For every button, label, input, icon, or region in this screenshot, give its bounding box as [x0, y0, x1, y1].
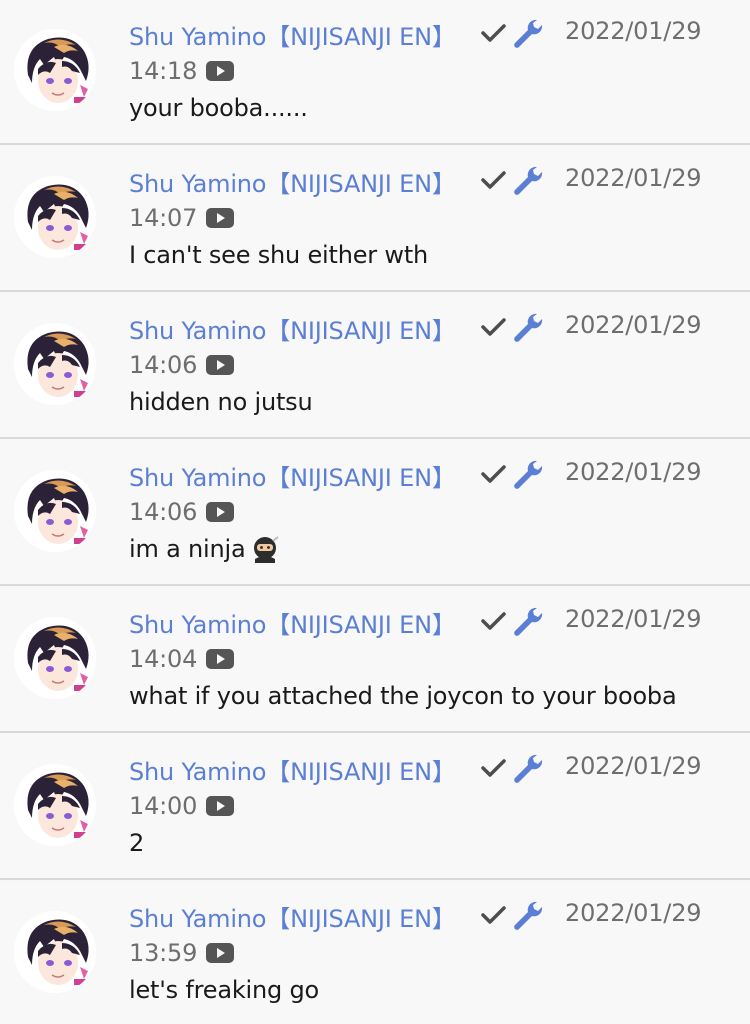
- author-name[interactable]: Shu Yamino【NIJISANJI EN】: [129, 899, 456, 934]
- avatar[interactable]: [14, 176, 96, 258]
- time-row: 14:18: [129, 55, 235, 87]
- author-name[interactable]: Shu Yamino【NIJISANJI EN】: [129, 17, 456, 52]
- time-row: 14:06: [129, 496, 235, 528]
- youtube-icon[interactable]: [205, 942, 235, 964]
- message-time: 14:18: [129, 57, 198, 85]
- message-text: what if you attached the joycon to your …: [129, 682, 677, 710]
- time-row: 13:59: [129, 937, 235, 969]
- verified-check-icon: [481, 465, 506, 483]
- message-time: 14:06: [129, 351, 198, 379]
- message-text: I can't see shu either wth: [129, 241, 428, 269]
- message-text-content: hidden no jutsu: [129, 388, 313, 416]
- verified-check-icon: [481, 612, 506, 630]
- badges: [481, 165, 545, 195]
- youtube-icon[interactable]: [205, 648, 235, 670]
- message-text-content: your booba......: [129, 94, 308, 122]
- chat-message[interactable]: Shu Yamino【NIJISANJI EN】 2022/01/29 14:1…: [0, 0, 750, 145]
- message-text: hidden no jutsu: [129, 388, 313, 416]
- badges: [481, 312, 545, 342]
- youtube-icon[interactable]: [205, 795, 235, 817]
- badges: [481, 606, 545, 636]
- message-time: 14:04: [129, 645, 198, 673]
- message-text: your booba......: [129, 94, 308, 122]
- time-row: 14:04: [129, 643, 235, 675]
- avatar[interactable]: [14, 911, 96, 993]
- moderator-wrench-icon: [514, 313, 543, 342]
- chat-message[interactable]: Shu Yamino【NIJISANJI EN】 2022/01/29 14:0…: [0, 147, 750, 292]
- youtube-icon[interactable]: [205, 60, 235, 82]
- moderator-wrench-icon: [514, 19, 543, 48]
- message-date: 2022/01/29: [565, 458, 702, 486]
- time-row: 14:07: [129, 202, 235, 234]
- moderator-wrench-icon: [514, 460, 543, 489]
- verified-check-icon: [481, 759, 506, 777]
- author-name[interactable]: Shu Yamino【NIJISANJI EN】: [129, 164, 456, 199]
- youtube-icon[interactable]: [205, 354, 235, 376]
- youtube-icon[interactable]: [205, 501, 235, 523]
- author-name[interactable]: Shu Yamino【NIJISANJI EN】: [129, 311, 456, 346]
- chat-message[interactable]: Shu Yamino【NIJISANJI EN】 2022/01/29 14:0…: [0, 735, 750, 880]
- time-row: 14:06: [129, 349, 235, 381]
- message-time: 14:06: [129, 498, 198, 526]
- verified-check-icon: [481, 318, 506, 336]
- author-name[interactable]: Shu Yamino【NIJISANJI EN】: [129, 752, 456, 787]
- chat-message[interactable]: Shu Yamino【NIJISANJI EN】 2022/01/29 14:0…: [0, 441, 750, 586]
- message-text-content: I can't see shu either wth: [129, 241, 429, 269]
- avatar[interactable]: [14, 29, 96, 111]
- message-date: 2022/01/29: [565, 605, 702, 633]
- ninja-emoji-icon: [251, 535, 280, 569]
- badges: [481, 753, 545, 783]
- message-time: 14:00: [129, 792, 198, 820]
- author-name[interactable]: Shu Yamino【NIJISANJI EN】: [129, 605, 456, 640]
- message-text: let's freaking go: [129, 976, 319, 1004]
- message-date: 2022/01/29: [565, 17, 702, 45]
- avatar[interactable]: [14, 470, 96, 552]
- verified-check-icon: [481, 24, 506, 42]
- avatar[interactable]: [14, 617, 96, 699]
- message-text: im a ninja: [129, 535, 280, 569]
- moderator-wrench-icon: [514, 901, 543, 930]
- message-time: 13:59: [129, 939, 198, 967]
- chat-message[interactable]: Shu Yamino【NIJISANJI EN】 2022/01/29 13:5…: [0, 882, 750, 1024]
- author-name[interactable]: Shu Yamino【NIJISANJI EN】: [129, 458, 456, 493]
- verified-check-icon: [481, 906, 506, 924]
- message-date: 2022/01/29: [565, 164, 702, 192]
- message-text-content: im a ninja: [129, 535, 246, 563]
- moderator-wrench-icon: [514, 607, 543, 636]
- message-text: 2: [129, 829, 144, 857]
- message-time: 14:07: [129, 204, 198, 232]
- message-date: 2022/01/29: [565, 899, 702, 927]
- time-row: 14:00: [129, 790, 235, 822]
- message-text-content: 2: [129, 829, 145, 857]
- message-text-content: let's freaking go: [129, 976, 319, 1004]
- chat-message[interactable]: Shu Yamino【NIJISANJI EN】 2022/01/29 14:0…: [0, 294, 750, 439]
- badges: [481, 459, 545, 489]
- verified-check-icon: [481, 171, 506, 189]
- chat-message-list: Shu Yamino【NIJISANJI EN】 2022/01/29 14:1…: [0, 0, 750, 1024]
- avatar[interactable]: [14, 323, 96, 405]
- message-date: 2022/01/29: [565, 752, 702, 780]
- youtube-icon[interactable]: [205, 207, 235, 229]
- badges: [481, 900, 545, 930]
- moderator-wrench-icon: [514, 166, 543, 195]
- chat-message[interactable]: Shu Yamino【NIJISANJI EN】 2022/01/29 14:0…: [0, 588, 750, 733]
- avatar[interactable]: [14, 764, 96, 846]
- moderator-wrench-icon: [514, 754, 543, 783]
- message-date: 2022/01/29: [565, 311, 702, 339]
- message-text-content: what if you attached the joycon to your …: [129, 682, 677, 710]
- badges: [481, 18, 545, 48]
